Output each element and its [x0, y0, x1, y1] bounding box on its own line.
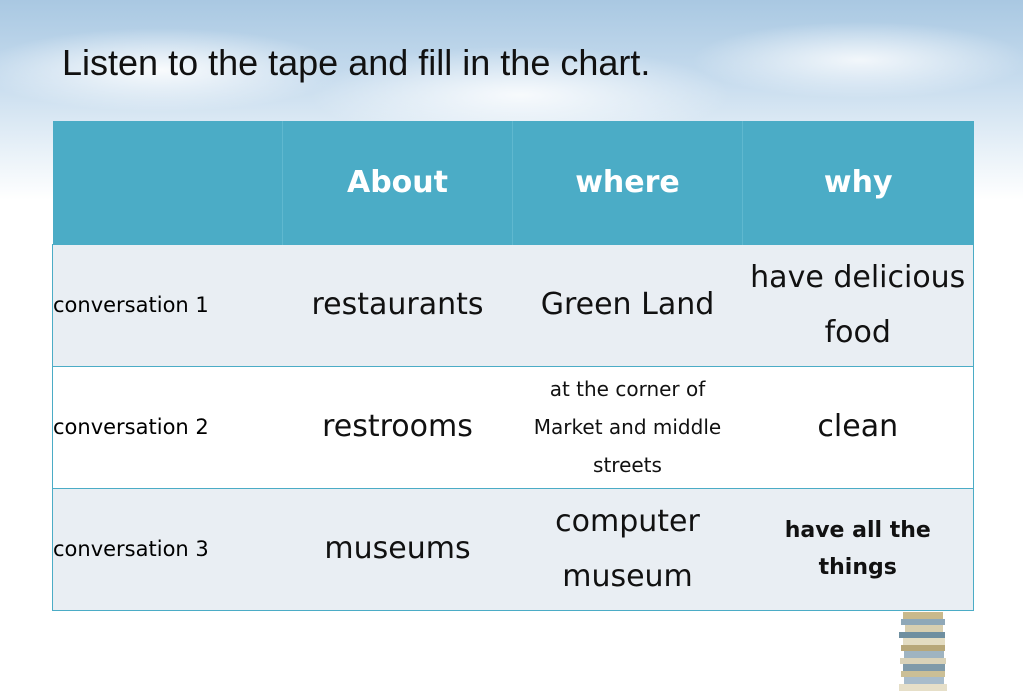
table-row: conversation 1 restaurants Green Land ha…: [52, 243, 974, 366]
fill-in-chart: About where why conversation 1 restauran…: [52, 121, 974, 611]
header-why: why: [742, 121, 974, 244]
header-blank: [53, 121, 283, 244]
row-label: conversation 3: [52, 487, 283, 611]
row-label: conversation 1: [52, 243, 283, 366]
where-cell: Green Land: [512, 243, 743, 366]
header-about: About: [282, 121, 513, 244]
where-cell: computer museum: [512, 487, 743, 611]
book-stack-icon: [899, 612, 947, 691]
where-cell: at the corner of Market and middle stree…: [512, 365, 743, 488]
table-row: conversation 2 restrooms at the corner o…: [52, 365, 974, 488]
about-cell: restaurants: [282, 243, 513, 366]
why-cell: have all the things: [742, 487, 974, 611]
about-cell: museums: [282, 487, 513, 611]
chart-header-row: About where why: [52, 121, 974, 244]
header-where: where: [512, 121, 743, 244]
table-row: conversation 3 museums computer museum h…: [52, 487, 974, 611]
why-cell: have delicious food: [742, 243, 974, 366]
row-label: conversation 2: [52, 365, 283, 488]
why-cell: clean: [742, 365, 974, 488]
about-cell: restrooms: [282, 365, 513, 488]
slide-title: Listen to the tape and fill in the chart…: [62, 42, 651, 83]
